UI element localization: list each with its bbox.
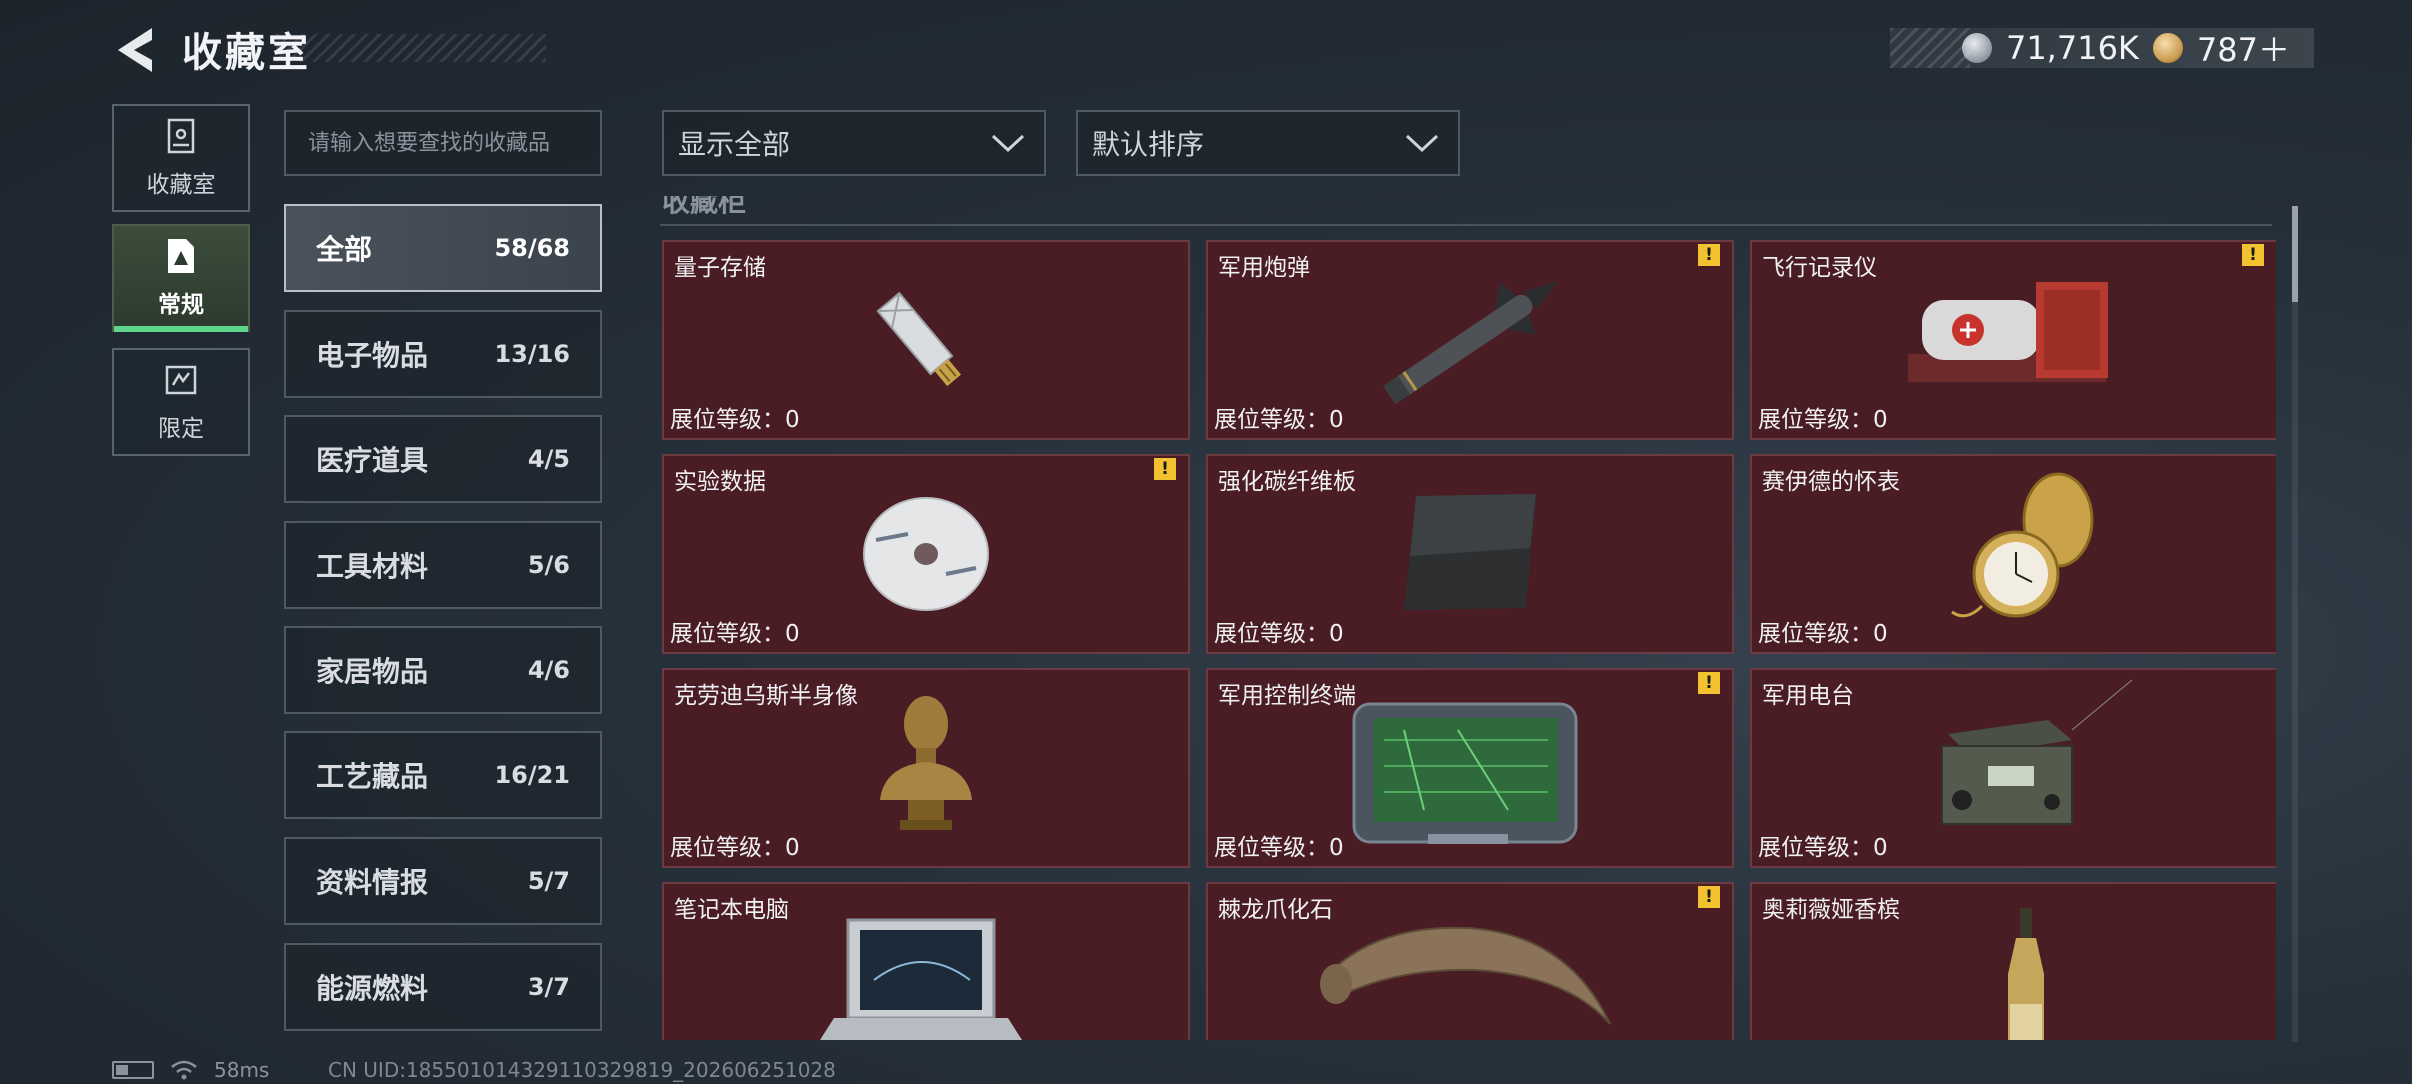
scrollbar-thumb[interactable]	[2292, 206, 2298, 302]
category-intel[interactable]: 资料情报 5/7	[284, 837, 602, 925]
category-electronics[interactable]: 电子物品 13/16	[284, 310, 602, 398]
limited-icon	[165, 365, 197, 395]
status-bar: 58ms	[112, 1058, 269, 1082]
collection-card[interactable]: 笔记本电脑	[662, 882, 1190, 1040]
wifi-icon	[171, 1060, 197, 1080]
collection-card[interactable]: 军用电台 展位等级：0	[1750, 668, 2276, 868]
alert-badge: !	[1698, 672, 1720, 694]
item-name: 量子存储	[674, 255, 766, 281]
item-name: 军用电台	[1762, 683, 1854, 709]
item-level: 展位等级：0	[670, 835, 800, 861]
back-button[interactable]	[112, 24, 158, 76]
alert-badge: !	[1154, 458, 1176, 480]
uid-text: CN UID:18550101432911032981​9_2026062510…	[328, 1058, 836, 1082]
side-nav-collection-room[interactable]: 收藏室	[112, 104, 250, 212]
alert-badge: !	[2242, 244, 2264, 266]
category-name: 工具材料	[316, 550, 429, 583]
item-level: 展位等级：0	[1758, 835, 1888, 861]
item-name: 笔记本电脑	[674, 897, 789, 923]
collection-grid: 量子存储 展位等级：0 军用炮弹 ! 展位等级：0 飞行记录仪 ! 展位等级：0…	[660, 238, 2276, 1040]
item-level: 展位等级：0	[1758, 621, 1888, 647]
collection-card[interactable]: 实验数据 ! 展位等级：0	[662, 454, 1190, 654]
item-name: 克劳迪乌斯半身像	[674, 683, 858, 709]
side-nav-label: 常规	[158, 292, 204, 318]
section-title: 收藏柜	[662, 196, 747, 218]
category-name: 全部	[316, 233, 373, 266]
category-count: 13/16	[494, 340, 570, 368]
ping-value: 58ms	[214, 1058, 270, 1082]
collection-card[interactable]: 克劳迪乌斯半身像 展位等级：0	[662, 668, 1190, 868]
display-filter-dropdown[interactable]: 显示全部	[662, 110, 1046, 176]
gold-currency-value[interactable]: 787＋	[2197, 25, 2290, 71]
category-household[interactable]: 家居物品 4/6	[284, 626, 602, 714]
title-decoration	[276, 34, 546, 62]
collection-card[interactable]: 棘龙爪化石 !	[1206, 882, 1734, 1040]
side-nav-limited[interactable]: 限定	[112, 348, 250, 456]
sort-value: 默认排序	[1092, 128, 1205, 161]
item-level: 展位等级：0	[1214, 407, 1344, 433]
battery-icon	[112, 1061, 154, 1079]
item-level: 展位等级：0	[1214, 835, 1344, 861]
category-name: 工艺藏品	[316, 760, 429, 793]
category-count: 3/7	[527, 973, 570, 1001]
category-name: 电子物品	[316, 339, 429, 372]
alert-badge: !	[1698, 886, 1720, 908]
category-count: 4/6	[527, 656, 570, 684]
chevron-down-icon	[991, 134, 1025, 153]
item-name: 飞行记录仪	[1762, 255, 1877, 281]
silver-currency-value: 71,716K	[2005, 29, 2139, 67]
category-count: 4/5	[527, 445, 570, 473]
item-level: 展位等级：0	[670, 621, 800, 647]
document-icon	[168, 239, 194, 273]
category-name: 家居物品	[316, 655, 429, 688]
chevron-down-icon	[1405, 134, 1439, 153]
category-energy[interactable]: 能源燃料 3/7	[284, 943, 602, 1031]
section-header: 收藏柜	[662, 196, 2274, 226]
collection-card[interactable]: 强化碳纤维板 展位等级：0	[1206, 454, 1734, 654]
collection-card[interactable]: 军用炮弹 ! 展位等级：0	[1206, 240, 1734, 440]
category-count: 5/6	[527, 551, 570, 579]
search-input[interactable]	[284, 110, 602, 176]
category-count: 16/21	[494, 761, 570, 789]
collection-card[interactable]: 奥莉薇娅香槟	[1750, 882, 2276, 1040]
category-tools[interactable]: 工具材料 5/6	[284, 521, 602, 609]
section-divider	[660, 224, 2272, 226]
category-crafts[interactable]: 工艺藏品 16/21	[284, 731, 602, 819]
collection-card[interactable]: 飞行记录仪 ! 展位等级：0	[1750, 240, 2276, 440]
collection-card[interactable]: 量子存储 展位等级：0	[662, 240, 1190, 440]
scrollbar-track[interactable]	[2292, 206, 2298, 1042]
collection-card[interactable]: 军用控制终端 ! 展位等级：0	[1206, 668, 1734, 868]
item-name: 赛伊德的怀表	[1762, 469, 1900, 495]
category-name: 医疗道具	[316, 444, 429, 477]
collection-card[interactable]: 赛伊德的怀表 展位等级：0	[1750, 454, 2276, 654]
side-nav-label: 限定	[158, 416, 204, 442]
currency-decoration	[1890, 28, 1970, 68]
side-nav-regular[interactable]: 常规	[112, 224, 250, 332]
item-level: 展位等级：0	[1214, 621, 1344, 647]
item-name: 军用控制终端	[1218, 683, 1356, 709]
category-count: 5/7	[527, 867, 570, 895]
category-name: 能源燃料	[316, 972, 429, 1005]
category-name: 资料情报	[316, 866, 429, 899]
item-level: 展位等级：0	[1758, 407, 1888, 433]
category-count: 58/68	[494, 234, 570, 262]
display-filter-value: 显示全部	[678, 128, 791, 161]
trophy-case-icon	[167, 118, 195, 154]
item-level: 展位等级：0	[670, 407, 800, 433]
category-medical[interactable]: 医疗道具 4/5	[284, 415, 602, 503]
category-all[interactable]: 全部 58/68	[284, 204, 602, 292]
item-name: 棘龙爪化石	[1218, 897, 1333, 923]
alert-badge: !	[1698, 244, 1720, 266]
back-arrow-icon	[118, 28, 152, 72]
item-name: 强化碳纤维板	[1218, 469, 1356, 495]
item-name: 军用炮弹	[1218, 255, 1310, 281]
side-nav-label: 收藏室	[146, 172, 216, 198]
sort-dropdown[interactable]: 默认排序	[1076, 110, 1460, 176]
item-name: 实验数据	[674, 469, 766, 495]
item-name: 奥莉薇娅香槟	[1762, 897, 1900, 923]
page-title: 收藏室	[182, 30, 311, 76]
gold-coin-icon	[2152, 33, 2183, 63]
